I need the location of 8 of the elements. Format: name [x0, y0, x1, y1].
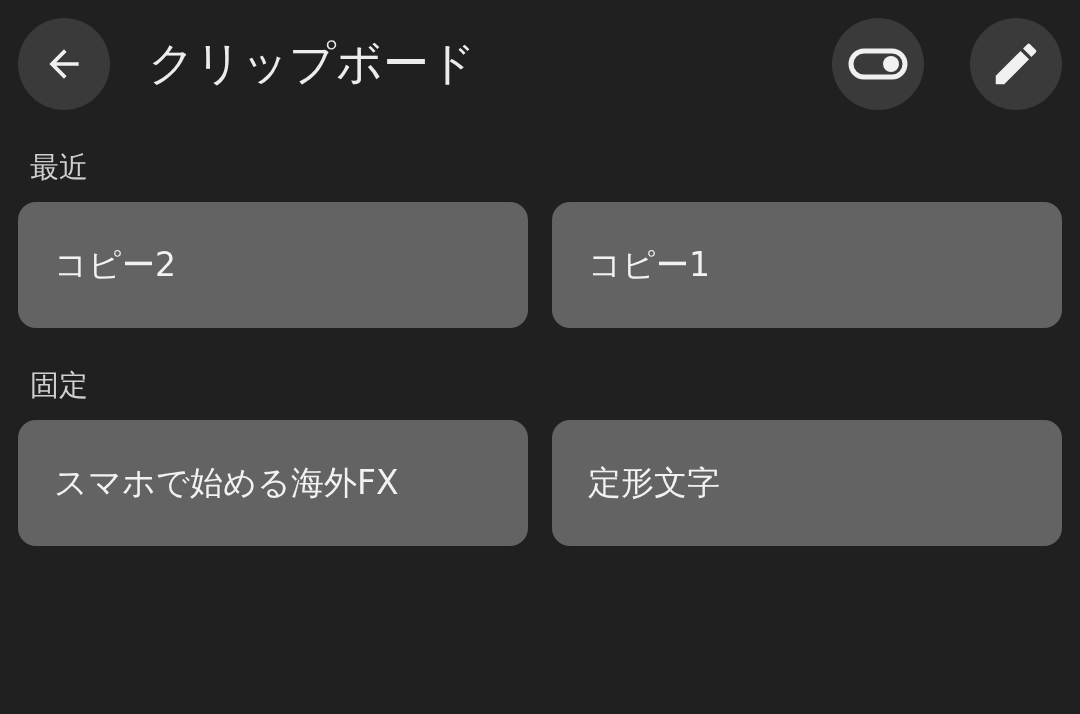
clipboard-item[interactable]: 定形文字 — [552, 420, 1062, 546]
clipboard-item[interactable]: コピー2 — [18, 202, 528, 328]
clipboard-item[interactable]: スマホで始める海外FX — [18, 420, 528, 546]
screen-title: クリップボード — [148, 35, 477, 92]
clipboard-item[interactable]: コピー1 — [552, 202, 1062, 328]
toggle-icon — [848, 48, 908, 80]
section-label: 最近 — [30, 149, 89, 186]
section-label: 固定 — [30, 367, 89, 404]
